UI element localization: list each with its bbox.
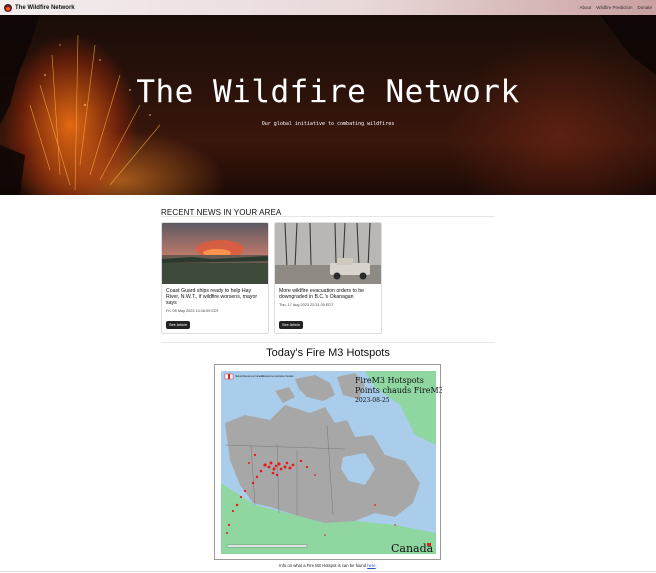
nav-link-wildfire-prediction[interactable]: Wildfire Prediction — [596, 5, 632, 10]
divider — [161, 216, 495, 217]
article-title[interactable]: More wildfire evacuation orders to be do… — [279, 288, 377, 300]
map-title-fr: Points chauds FireM3 — [355, 386, 442, 395]
article-title[interactable]: Coast Guard ships ready to help Hay Rive… — [166, 288, 264, 306]
hero-title: The Wildfire Network — [136, 74, 520, 110]
nav-links: About Wildfire Prediction Donate — [579, 5, 652, 10]
hotspot-map-image: FireM3 Hotspots Points chauds FireM3 202… — [221, 371, 442, 555]
brand[interactable]: The Wildfire Network — [4, 3, 75, 12]
navbar: The Wildfire Network About Wildfire Pred… — [0, 0, 656, 15]
flame-logo-icon — [4, 3, 12, 12]
see-article-button[interactable]: See Article — [166, 321, 191, 329]
caption-period: . — [375, 563, 377, 568]
hotspot-caption: Info on what a Fire M3 Hotspot is can be… — [0, 563, 656, 568]
footer-divider — [0, 571, 656, 572]
news-card: More wildfire evacuation orders to be do… — [274, 222, 382, 334]
nav-link-about[interactable]: About — [579, 5, 591, 10]
see-article-button[interactable]: See Article — [279, 321, 304, 329]
hotspots-heading: Today's Fire M3 Hotspots — [266, 347, 390, 359]
caption-text: Info on what a Fire M3 Hotspot is can be… — [279, 563, 368, 568]
news-image-coast-guard — [162, 223, 268, 284]
article-date: Thu, 17 Aug 2023 22:31:30 EDT — [279, 303, 334, 307]
map-date: 2023-08-25 — [355, 397, 390, 404]
map-agency-fr: Ressources naturelles Canada — [262, 375, 294, 378]
hero-banner: The Wildfire Network Our global initiati… — [0, 15, 656, 195]
wordmark-flag-icon — [427, 543, 431, 546]
map-title-en: FireM3 Hotspots — [355, 376, 424, 385]
hotspot-info-link[interactable]: here — [367, 563, 375, 568]
canada-flag-icon — [228, 374, 230, 379]
divider — [161, 342, 495, 343]
news-card: Coast Guard ships ready to help Hay Rive… — [161, 222, 269, 334]
map-agency-en: Natural Resources Canada — [235, 375, 263, 378]
hero-subtitle: Our global initiative to combating wildf… — [261, 121, 395, 127]
firem3-hotspot-map: FireM3 Hotspots Points chauds FireM3 202… — [214, 364, 442, 560]
brand-name[interactable]: The Wildfire Network — [15, 5, 75, 11]
article-date: Fri, 05 May 2023 14:16:09 EDT — [166, 309, 219, 313]
nav-link-donate[interactable]: Donate — [637, 5, 652, 10]
news-image-okanagan — [275, 223, 381, 284]
